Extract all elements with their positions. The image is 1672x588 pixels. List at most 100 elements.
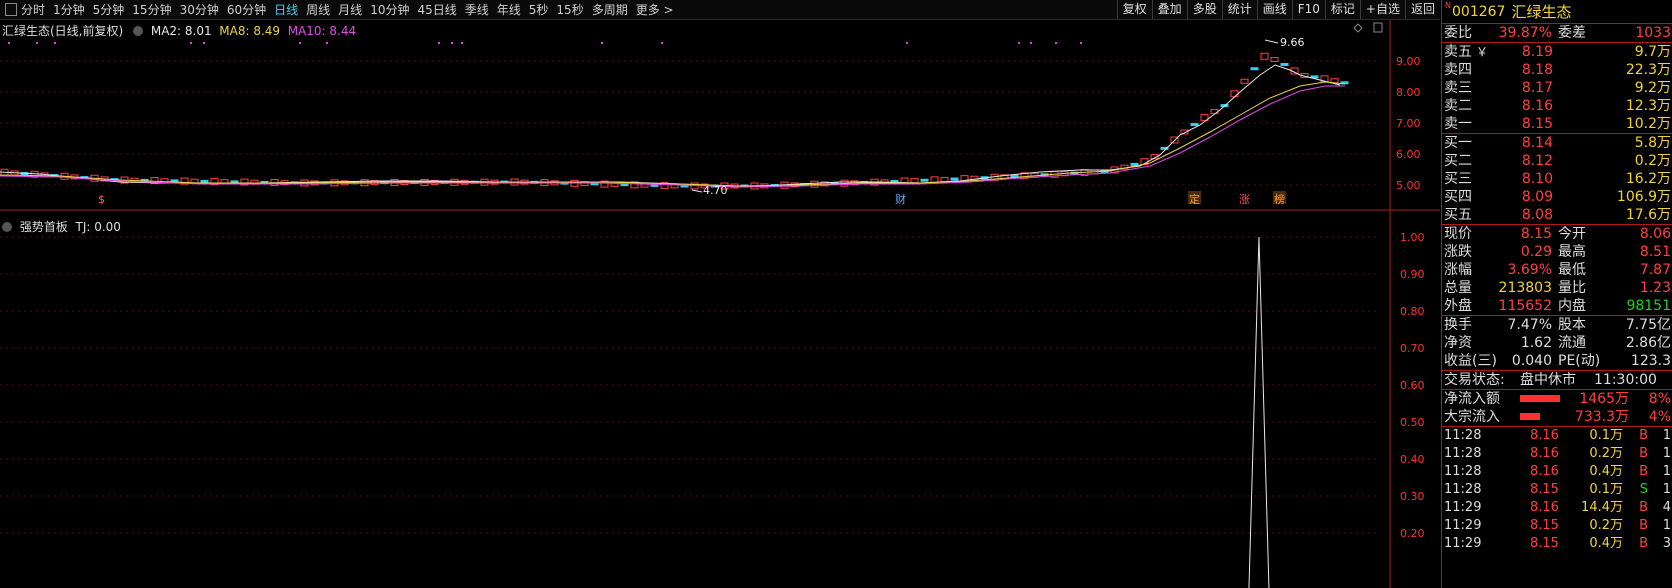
level-price: 8.09 [1521,189,1553,205]
chart-title: 汇绿生态(日线,前复权) [2,24,124,38]
period-toolbar: 分时 1分钟 5分钟 15分钟 30分钟 60分钟 日线 周线 月线 10分钟 45日线 季线 年线 5秒… [0,0,1440,20]
trade-price: 8.15 [1530,518,1559,533]
ask-row[interactable]: 卖一 8.15 10.2万 [1442,115,1672,133]
trade-count: 1 [1662,482,1671,497]
stat-row: 换手 7.47% 股本 7.75亿 [1442,316,1672,334]
period-tab[interactable]: 5分钟 [93,1,125,18]
stat-label: 今开 [1558,226,1586,242]
stat-label: 总量 [1444,280,1472,296]
period-tab[interactable]: 周线 [306,1,330,18]
stat-value: 8.15 [1520,226,1552,242]
toolbar-button[interactable]: 复权 [1116,0,1152,19]
toolbar-button[interactable]: 统计 [1221,0,1257,19]
event-mark-placement[interactable]: 定 [1189,192,1200,206]
period-tab[interactable]: 10分钟 [370,1,409,18]
candle [1190,123,1199,126]
kline-chart[interactable]: 9.00 8.00 7.00 6.00 5.00 9.66 4.70 $ 财 定… [0,20,1440,588]
period-tabs: 分时 1分钟 5分钟 15分钟 30分钟 60分钟 日线 周线 月线 10分钟 45日线 季线 年线 5秒… [0,0,682,19]
bid-row[interactable]: 买四 8.09 106.9万 [1442,188,1672,206]
event-mark-limitup[interactable]: 涨 [1239,193,1250,206]
level-label: 卖三 [1444,80,1472,96]
level-label: 买四 [1444,189,1472,205]
indicator-options-icon[interactable] [2,222,12,232]
ask-row[interactable]: 卖二 8.16 12.3万 [1442,97,1672,115]
period-tab[interactable]: 45日线 [417,1,456,18]
status-value: 盘中休市 [1520,372,1576,388]
indicator-title: 强势首板 [19,220,68,234]
stat-row: 涨幅 3.69% 最低 7.87 [1442,261,1672,279]
trade-row: 11:28 8.16 0.4万 B 1 [1442,463,1672,481]
stat-row: 外盘 115652 内盘 98151 [1442,297,1672,315]
period-tab[interactable]: 更多 > [636,1,674,18]
chart-options-icon[interactable] [133,26,144,36]
ask-row[interactable]: 卖三 8.17 9.2万 [1442,79,1672,97]
toolbar-button[interactable]: 多股 [1186,0,1222,19]
ma8-value: MA8: 8.49 [219,24,281,38]
trade-status-row: 交易状态: 盘中休市 11:30:00 [1442,371,1672,390]
period-tab[interactable]: 5秒 [529,1,549,18]
period-tab[interactable]: 季线 [465,1,489,18]
toolbar-button[interactable]: F10 [1291,0,1325,19]
bid-book: 买一 8.14 5.8万 买二 8.12 0.2万 买三 8.10 16.2万 买四 8.09 106… [1442,134,1672,225]
event-mark-finance[interactable]: 财 [895,192,906,206]
level-volume: 16.2万 [1625,171,1671,187]
bid-row[interactable]: 买二 8.12 0.2万 [1442,152,1672,170]
main-y-tick: 6.00 [1396,148,1421,161]
period-tab[interactable]: 月线 [338,1,362,18]
level-volume: 17.6万 [1625,207,1671,223]
flow-value: 733.3万 [1574,409,1629,425]
period-tab[interactable]: 多周期 [592,1,628,18]
period-tab[interactable]: 日线 [274,1,298,18]
toolbar-button[interactable]: 画线 [1256,0,1292,19]
level-price: 8.18 [1521,62,1553,78]
main-y-tick: 7.00 [1396,117,1421,130]
stat-value: 7.87 [1639,262,1671,278]
ask-row[interactable]: 卖四 8.18 22.3万 [1442,61,1672,79]
flow-bar [1520,413,1540,420]
bid-row[interactable]: 买一 8.14 5.8万 [1442,134,1672,152]
status-label: 交易状态: [1444,372,1505,388]
bid-row[interactable]: 买五 8.08 17.6万 [1442,206,1672,224]
ma10-value: MA10: 8.44 [287,24,357,38]
trade-count: 1 [1662,446,1671,461]
level-volume: 12.3万 [1625,98,1671,114]
toolbar-button[interactable]: 叠加 [1151,0,1187,19]
stock-header: N 001267 汇绿生态 [1442,0,1672,24]
event-mark-rank[interactable]: 榜 [1274,192,1285,206]
toolbar-button[interactable]: 标记 [1324,0,1360,19]
stat-label: 涨跌 [1444,244,1472,260]
trade-side: B [1639,536,1648,551]
period-tab[interactable]: 60分钟 [227,1,266,18]
candle [1250,67,1259,71]
bid-row[interactable]: 买三 8.10 16.2万 [1442,170,1672,188]
weibi-value: 39.87% [1498,25,1552,41]
candle [1280,63,1289,66]
toolbar-button[interactable]: 返回 [1404,0,1440,19]
diamond-icon[interactable] [1353,23,1363,33]
window-icon[interactable] [1373,22,1383,33]
period-tab[interactable]: 15分钟 [132,1,171,18]
stock-code: 001267 [1452,3,1506,20]
level-label: 买三 [1444,171,1472,187]
stat-value: 98151 [1626,298,1671,314]
toolbar-menu-icon[interactable] [5,3,17,16]
fundamental-stats: 换手 7.47% 股本 7.75亿 净资 1.62 流通 2.86亿 收益(三) 0.040 PE(… [1442,316,1672,371]
period-tab[interactable]: 30分钟 [180,1,219,18]
period-tab[interactable]: 15秒 [556,1,583,18]
trade-row: 11:28 8.16 0.1万 B 1 [1442,427,1672,445]
trade-volume: 0.4万 [1589,464,1623,479]
period-tab[interactable]: 年线 [497,1,521,18]
ask-row[interactable]: 卖五 ￥ 8.19 9.7万 [1442,43,1672,61]
notice-icon: N [1445,1,1451,10]
trade-price: 8.16 [1530,464,1559,479]
period-tab[interactable]: 分时 [21,1,45,18]
level-volume: 9.2万 [1634,80,1671,96]
event-mark-dividend[interactable]: $ [98,193,105,206]
toolbar-button[interactable]: +自选 [1359,0,1405,19]
trade-time: 11:28 [1444,446,1482,461]
trade-volume: 14.4万 [1581,500,1623,515]
stat-label: 流通 [1558,335,1586,351]
level-label: 卖一 [1444,116,1472,132]
period-tab[interactable]: 1分钟 [53,1,85,18]
trade-row: 11:28 8.16 0.2万 B 1 [1442,445,1672,463]
